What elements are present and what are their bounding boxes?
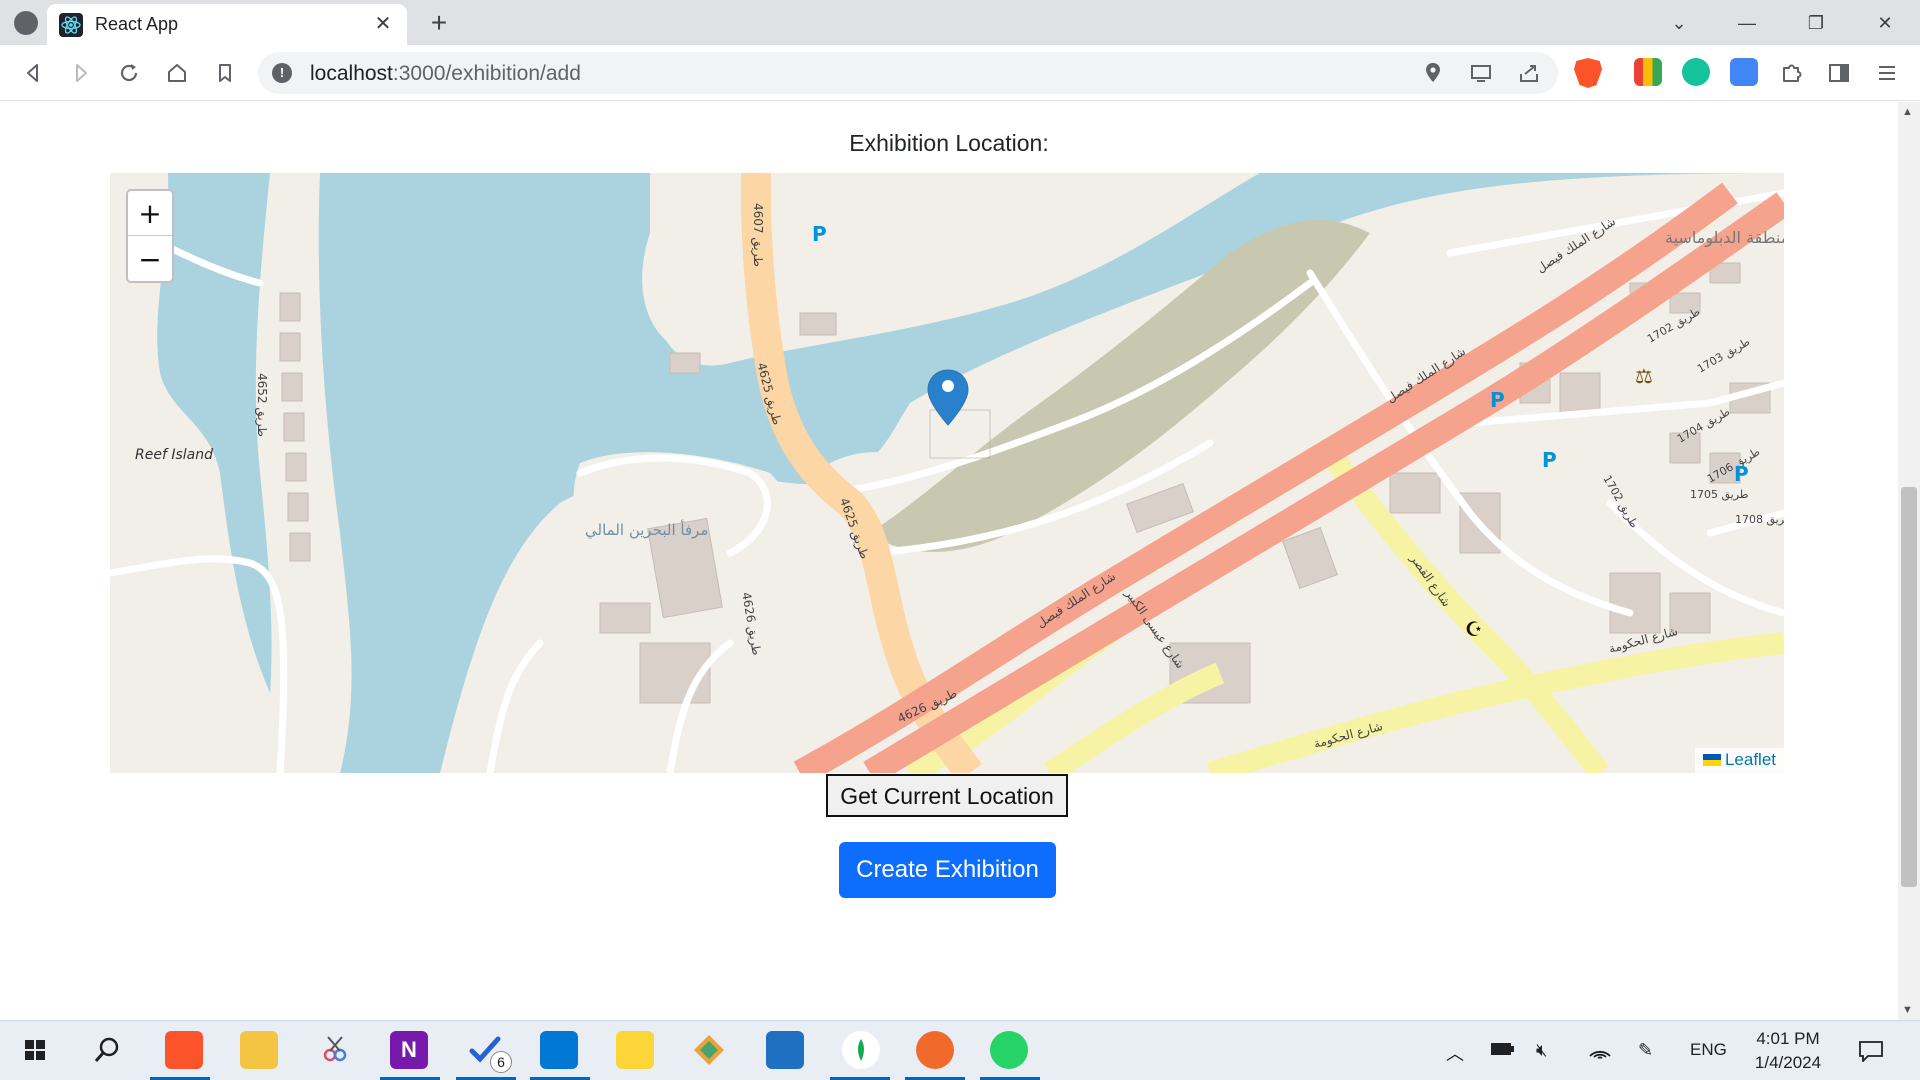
clock-date: 1/4/2024 [1754,1053,1822,1072]
home-icon[interactable] [162,58,192,88]
label-1708: 1708 طريق [1735,513,1784,527]
sticky-notes-icon[interactable] [616,1031,654,1069]
snipping-tool-icon[interactable] [316,1031,354,1069]
label-1705: 1705 طريق [1690,488,1749,502]
label-harbour: مرفأ البحرين المالي [585,519,708,540]
share-icon[interactable] [1516,60,1542,86]
label-road-4652: طريق 4652 [254,373,269,437]
scroll-up-icon[interactable]: ▲ [1902,106,1913,118]
ukraine-flag-icon [1702,754,1721,766]
clock-time: 4:01 PM [1756,1029,1820,1048]
volume-muted-icon[interactable]: 🔇︎ [1536,1040,1547,1061]
brave-shields-icon[interactable] [1574,58,1602,88]
search-icon[interactable] [88,1031,126,1069]
courthouse-icon: ⚖ [1635,364,1653,388]
windows-taskbar: N 6 ︿ 🔇︎ ✎ ENG 4:01 PM 1/4/2024 [0,1020,1920,1080]
leaflet-map[interactable]: Reef Island طريق 4607 طريق 4625 4625 طري… [110,173,1784,773]
parking-icon: P [1734,462,1749,486]
system-clock[interactable]: 4:01 PM 1/4/2024 [1740,1027,1836,1075]
windows-start-icon[interactable] [16,1031,54,1069]
label-diplomatic: منطقة الدبلوماسية [1665,228,1784,248]
battery-icon[interactable] [1490,1040,1516,1063]
app-diamond-icon[interactable] [690,1031,728,1069]
pen-icon[interactable]: ✎ [1638,1040,1653,1061]
zoom-control: + − [126,189,174,283]
taskbar-brave-icon[interactable] [165,1031,203,1069]
tab-strip: React App ✕ + ⌄ — ❐ ✕ [0,0,1920,45]
get-current-location-button[interactable]: Get Current Location [826,774,1068,817]
reload-icon[interactable] [114,58,144,88]
language-indicator[interactable]: ENG [1690,1040,1727,1060]
cast-icon[interactable] [1468,60,1494,86]
forward-icon[interactable] [66,58,96,88]
page-scrollbar[interactable]: ▲ ▼ [1898,102,1920,1020]
map-tiles: Reef Island طريق 4607 طريق 4625 4625 طري… [110,173,1784,773]
scroll-down-icon[interactable]: ▼ [1902,1004,1913,1016]
wifi-icon[interactable] [1588,1040,1612,1065]
zoom-out-button[interactable]: − [128,237,172,282]
menu-icon[interactable] [1872,58,1902,88]
address-bar[interactable]: ! localhost:3000/exhibition/add [258,52,1558,94]
vscode-icon[interactable] [540,1031,578,1069]
tab-search-icon[interactable]: ⌄ [1666,10,1692,36]
tab-react-app[interactable]: React App ✕ [47,4,407,45]
tab-title: React App [95,14,179,34]
whatsapp-icon[interactable] [990,1031,1028,1069]
bookmark-icon[interactable] [210,58,240,88]
url-path: :3000/exhibition/add [392,62,581,85]
extension-color-icon[interactable] [1634,58,1662,86]
todo-badge: 6 [490,1051,512,1073]
window-close-icon[interactable]: ✕ [1872,10,1898,36]
leaflet-link[interactable]: Leaflet [1725,750,1776,769]
address-url: localhost:3000/exhibition/add [310,62,581,86]
site-info-icon[interactable]: ! [272,63,292,83]
tab-close-icon[interactable]: ✕ [371,12,395,36]
label-road-4607: طريق 4607 [750,203,765,267]
onenote-icon[interactable]: N [390,1031,428,1069]
scroll-thumb[interactable] [1901,487,1917,887]
map-attribution: Leaflet [1694,748,1784,773]
profile-icon[interactable] [14,11,38,35]
create-exhibition-button[interactable]: Create Exhibition [839,842,1056,898]
minimize-icon[interactable]: — [1734,10,1760,36]
page-content: Exhibition Location: Reef Island طريق 46… [0,102,1898,1020]
parking-icon: P [1490,388,1505,412]
parking-icon: P [812,222,827,246]
extensions-puzzle-icon[interactable] [1776,58,1806,88]
notification-icon[interactable] [1858,1040,1884,1067]
mongodb-compass-icon[interactable] [842,1031,880,1069]
grammarly-icon[interactable] [1682,58,1710,86]
back-icon[interactable] [18,58,48,88]
google-translate-icon[interactable] [1730,58,1758,86]
parking-icon: P [1542,448,1557,472]
react-favicon-icon [59,13,83,37]
exhibition-location-label: Exhibition Location: [849,130,1049,156]
tray-overflow-icon[interactable]: ︿ [1446,1040,1464,1066]
postman-icon[interactable] [916,1031,954,1069]
file-explorer-icon[interactable] [240,1031,278,1069]
zoom-in-button[interactable]: + [128,191,172,236]
label-reef-island: Reef Island [135,447,213,463]
browser-toolbar: ! localhost:3000/exhibition/add [0,45,1920,101]
restore-icon[interactable]: ❐ [1803,10,1829,36]
location-pin-icon[interactable] [1420,60,1446,86]
mosque-icon: ☪ [1465,617,1483,641]
slack-icon[interactable] [766,1031,804,1069]
url-host: localhost [310,62,393,85]
new-tab-button[interactable]: + [424,8,454,38]
sidebar-toggle-icon[interactable] [1824,58,1854,88]
